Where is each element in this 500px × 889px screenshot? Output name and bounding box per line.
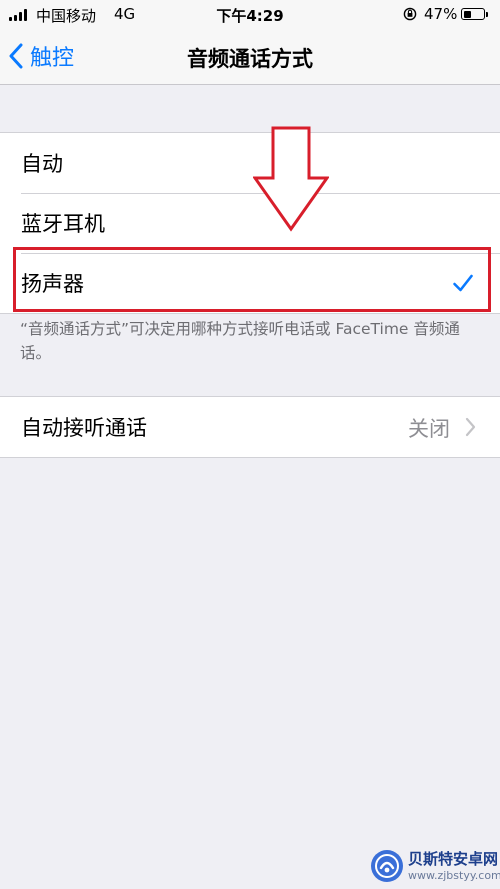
status-bar: 中国移动 4G 下午4:29 47% (0, 0, 500, 30)
option-bluetooth-headset[interactable]: 蓝牙耳机 (0, 193, 500, 253)
battery-percent: 47% (424, 5, 458, 23)
auto-answer-list: 自动接听通话 关闭 (0, 396, 500, 458)
chevron-right-icon (465, 417, 476, 437)
down-arrow-annotation-icon (253, 126, 329, 232)
battery-level (463, 10, 471, 18)
watermark-name: 贝斯特安卓网 (408, 850, 499, 868)
audio-routing-footer: “音频通话方式”可决定用哪种方式接听电话或 FaceTime 音频通话。 (20, 320, 460, 362)
option-auto[interactable]: 自动 (0, 133, 500, 193)
option-label: 自动 (21, 152, 63, 176)
watermark-url: www.zjbstyy.com (408, 869, 500, 882)
watermark-logo-icon (371, 850, 403, 882)
option-label: 蓝牙耳机 (21, 212, 105, 236)
auto-answer-label: 自动接听通话 (21, 416, 147, 440)
watermark: 贝斯特安卓网 www.zjbstyy.com (370, 848, 500, 886)
battery-icon (461, 8, 485, 20)
auto-answer-value: 关闭 (408, 417, 450, 441)
speaker-highlight-box (13, 247, 491, 312)
navigation-bar: 触控 音频通话方式 (0, 30, 500, 85)
page-title: 音频通话方式 (187, 47, 313, 71)
auto-answer-row[interactable]: 自动接听通话 关闭 (0, 397, 500, 457)
battery-tip (486, 12, 488, 17)
orientation-lock-icon (403, 7, 417, 21)
